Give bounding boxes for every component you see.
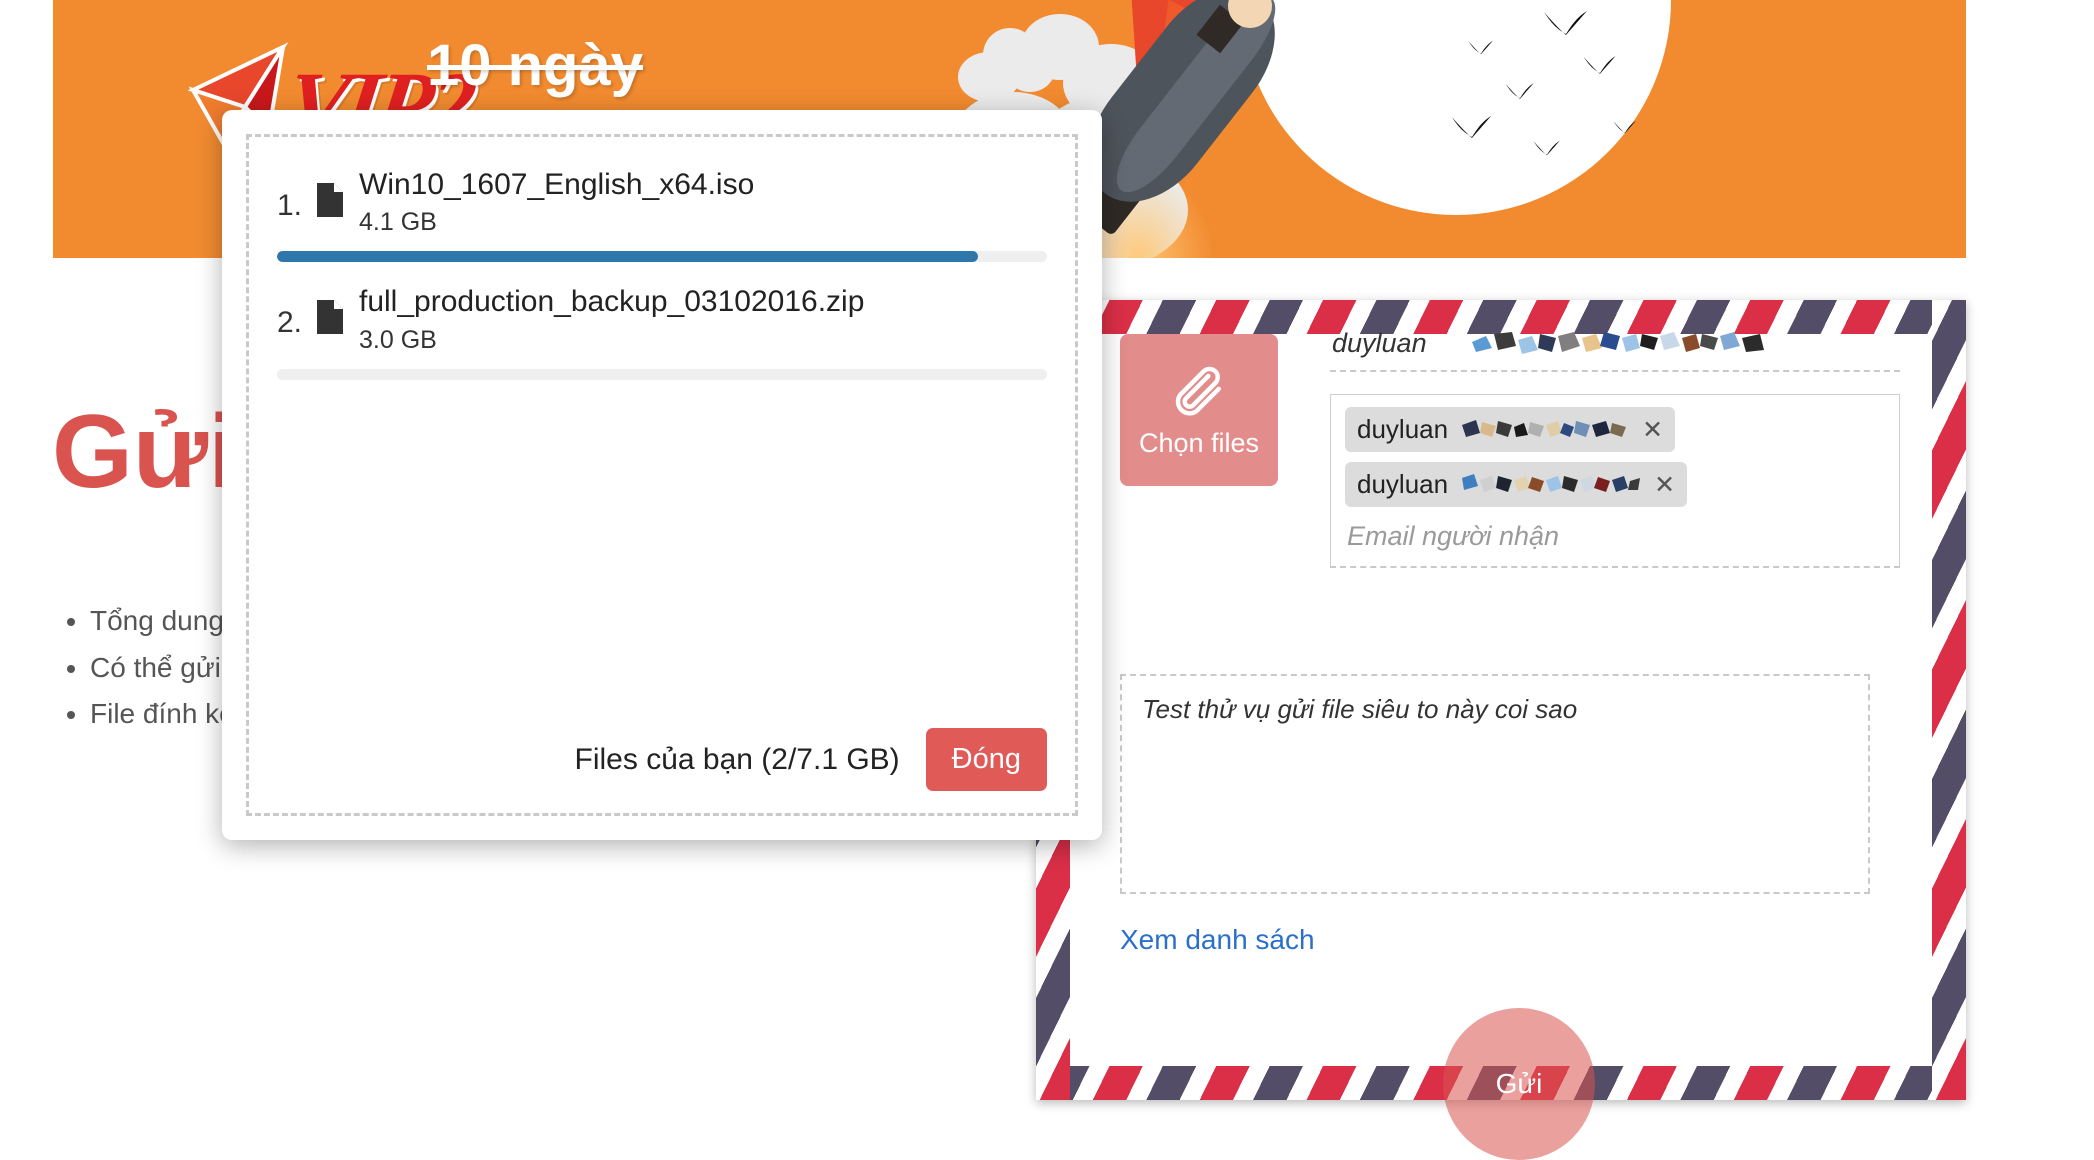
message-textarea[interactable]: Test thử vụ gửi file siêu to này coi sao [1120,674,1870,894]
file-row: 2. full_production_backup_03102016.zip 3… [277,278,1047,380]
view-list-link[interactable]: Xem danh sách [1120,924,1315,956]
uploaded-files-list: 1. Win10_1607_English_x64.iso 4.1 GB 2. … [277,161,1047,380]
file-index: 1. [277,189,303,222]
recipient-chip-label: duyluan [1357,469,1449,499]
redacted-recipient-text [1462,473,1641,492]
remove-recipient-icon[interactable]: ✕ [1642,415,1663,445]
remove-recipient-icon[interactable]: ✕ [1654,470,1675,500]
upload-progress-bar [277,251,1047,263]
bird-icon [1505,82,1535,100]
file-name: Win10_1607_English_x64.iso [359,168,755,201]
recipients-field[interactable]: duyluan ✕ duyluan ✕ Email người nhận [1330,394,1900,568]
banner-days-label: 10 ngày [427,33,643,98]
bird-icon [1543,10,1589,36]
recipient-chip[interactable]: duyluan ✕ [1345,462,1688,507]
send-envelope-panel: Chọn files duyluan duyluan ✕ duyluan ✕ E… [1036,300,1966,1100]
file-size: 4.1 GB [359,208,437,237]
redacted-recipient-text [1462,419,1627,437]
paperclip-icon [1175,366,1222,416]
choose-files-label: Chọn files [1138,427,1260,458]
file-row: 1. Win10_1607_English_x64.iso 4.1 GB [277,161,1047,263]
file-size: 3.0 GB [359,325,437,354]
bird-icon [1533,140,1561,156]
envelope-stripe-right [1932,300,1966,1100]
recipient-chip[interactable]: duyluan ✕ [1345,407,1676,452]
file-index: 2. [277,306,303,340]
file-name: full_production_backup_03102016.zip [359,285,865,319]
dropzone-area[interactable]: 1. Win10_1607_English_x64.iso 4.1 GB 2. … [246,134,1078,816]
upload-progress-fill [277,251,978,263]
bird-icon [1451,115,1493,139]
recipient-chip-label: duyluan [1357,414,1449,444]
dialog-footer: Files của bạn (2/7.1 GB) Đóng [277,728,1047,791]
page-title: Gửi [52,393,238,510]
choose-files-button[interactable]: Chọn files [1098,334,1278,486]
upload-progress-bar [277,368,1047,380]
bird-icon [1468,40,1494,55]
total-size-label: Files của bạn (2/7.1 GB) [574,742,900,776]
email-form: duyluan ✕ [1330,316,1900,568]
file-upload-dialog: 1. Win10_1607_English_x64.iso 4.1 GB 2. … [222,110,1102,840]
recipient-email-input[interactable] [1345,517,1885,556]
file-icon [317,300,343,335]
file-icon [317,183,343,217]
close-dialog-button[interactable]: Đóng [925,728,1047,791]
envelope-content: Chọn files duyluan duyluan ✕ duyluan ✕ E… [1070,316,1932,1066]
bird-icon [1613,120,1637,134]
redacted-sender-text [1472,332,1764,354]
send-button[interactable]: Gửi [1443,1008,1595,1160]
bird-icon [1583,55,1617,75]
sun-circle [1241,0,1671,215]
